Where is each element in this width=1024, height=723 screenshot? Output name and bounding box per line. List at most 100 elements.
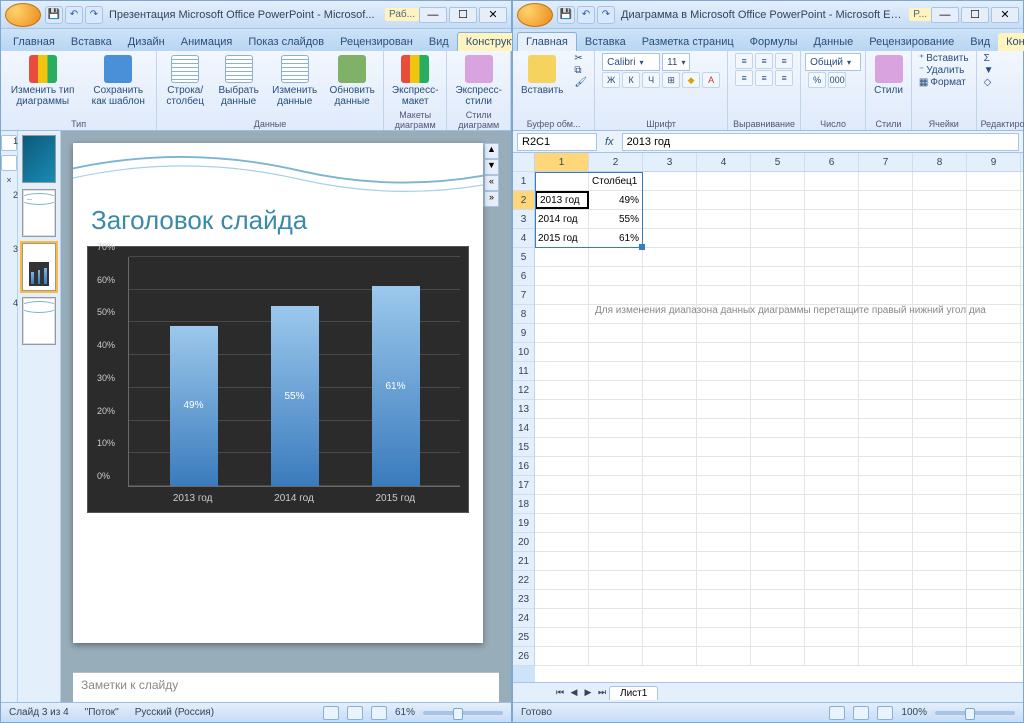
format-cells-button[interactable]: ▦ Формат <box>916 77 972 88</box>
cell[interactable] <box>589 343 643 361</box>
cell[interactable] <box>643 438 697 456</box>
cell[interactable] <box>913 172 967 190</box>
cell[interactable] <box>643 229 697 247</box>
cell[interactable] <box>967 552 1021 570</box>
cell[interactable] <box>751 267 805 285</box>
xl-tab-layout[interactable]: Разметка страниц <box>634 33 742 51</box>
cell[interactable] <box>913 362 967 380</box>
cell[interactable] <box>859 571 913 589</box>
tab-home[interactable]: Главная <box>5 33 63 51</box>
cell[interactable] <box>589 628 643 646</box>
xl-zoom-value[interactable]: 100% <box>901 707 927 718</box>
font-name-combo[interactable]: Calibri <box>602 53 660 71</box>
cell[interactable] <box>967 628 1021 646</box>
cell[interactable] <box>751 628 805 646</box>
copy-button[interactable]: ⧉ <box>571 65 590 76</box>
cell[interactable] <box>697 381 751 399</box>
cell[interactable] <box>535 514 589 532</box>
cell[interactable] <box>967 229 1021 247</box>
cell[interactable] <box>859 210 913 228</box>
row-header[interactable]: 23 <box>513 590 534 609</box>
column-header[interactable]: 2 <box>589 153 643 171</box>
office-button[interactable] <box>5 3 41 27</box>
cell[interactable] <box>535 571 589 589</box>
next-slide-icon[interactable]: » <box>484 191 499 207</box>
cell[interactable] <box>967 381 1021 399</box>
cell[interactable] <box>535 628 589 646</box>
cell[interactable] <box>589 248 643 266</box>
cell[interactable] <box>913 571 967 589</box>
row-header[interactable]: 9 <box>513 324 534 343</box>
row-header[interactable]: 13 <box>513 400 534 419</box>
cell[interactable]: 2014 год <box>535 210 589 228</box>
close-pane-icon[interactable]: × <box>6 175 11 185</box>
cell[interactable] <box>535 324 589 342</box>
cell[interactable] <box>751 172 805 190</box>
cell[interactable] <box>643 419 697 437</box>
cell[interactable] <box>859 229 913 247</box>
cell[interactable] <box>967 457 1021 475</box>
chart-bar[interactable]: 49% <box>170 326 218 486</box>
cell[interactable] <box>859 191 913 209</box>
cell[interactable] <box>589 381 643 399</box>
close-button[interactable]: ✕ <box>479 7 507 23</box>
bold-button[interactable]: Ж <box>602 72 620 88</box>
cell[interactable] <box>751 362 805 380</box>
column-header[interactable]: 3 <box>643 153 697 171</box>
row-header[interactable]: 3 <box>513 210 534 229</box>
cell[interactable] <box>805 229 859 247</box>
scroll-down-icon[interactable]: ▼ <box>484 159 499 175</box>
cell[interactable]: 55% <box>589 210 643 228</box>
qat-save-icon[interactable]: 💾 <box>45 6 63 24</box>
xl-tab-insert[interactable]: Вставка <box>577 33 634 51</box>
cell[interactable] <box>535 457 589 475</box>
cell[interactable] <box>805 495 859 513</box>
slideshow-view-icon[interactable] <box>371 706 387 720</box>
cell[interactable] <box>643 172 697 190</box>
cell[interactable] <box>535 267 589 285</box>
refresh-data-button[interactable]: Обновить данные <box>325 53 378 109</box>
cell[interactable] <box>859 419 913 437</box>
cell[interactable] <box>535 552 589 570</box>
cell[interactable] <box>967 476 1021 494</box>
sheet-nav-next-icon[interactable]: ▶ <box>581 687 595 698</box>
cell[interactable] <box>859 343 913 361</box>
cell[interactable] <box>805 191 859 209</box>
tab-slideshow[interactable]: Показ слайдов <box>240 33 332 51</box>
cell[interactable] <box>697 647 751 665</box>
cell[interactable] <box>751 343 805 361</box>
cell[interactable] <box>859 609 913 627</box>
cell[interactable] <box>913 381 967 399</box>
cell[interactable] <box>643 495 697 513</box>
paste-button[interactable]: Вставить <box>517 53 567 98</box>
row-header[interactable]: 1 <box>513 172 534 191</box>
cell[interactable] <box>859 647 913 665</box>
cell[interactable] <box>643 514 697 532</box>
cell[interactable] <box>589 286 643 304</box>
cell[interactable] <box>535 647 589 665</box>
cell[interactable] <box>967 286 1021 304</box>
row-header[interactable]: 26 <box>513 647 534 666</box>
cell[interactable] <box>913 533 967 551</box>
cell[interactable] <box>535 172 589 190</box>
row-header[interactable]: 15 <box>513 438 534 457</box>
xl-break-view-icon[interactable] <box>877 706 893 720</box>
cell[interactable] <box>535 609 589 627</box>
row-header[interactable]: 4 <box>513 229 534 248</box>
cell[interactable] <box>859 248 913 266</box>
prev-slide-icon[interactable]: « <box>484 175 499 191</box>
cell[interactable] <box>751 419 805 437</box>
row-header[interactable]: 7 <box>513 286 534 305</box>
cell[interactable] <box>535 476 589 494</box>
cell[interactable] <box>913 590 967 608</box>
cell[interactable] <box>751 495 805 513</box>
cell[interactable] <box>751 552 805 570</box>
cell[interactable] <box>643 609 697 627</box>
cell[interactable] <box>967 267 1021 285</box>
cell[interactable] <box>913 229 967 247</box>
cell[interactable] <box>643 248 697 266</box>
row-header[interactable]: 10 <box>513 343 534 362</box>
cell[interactable] <box>643 457 697 475</box>
row-header[interactable]: 18 <box>513 495 534 514</box>
cell[interactable] <box>967 590 1021 608</box>
